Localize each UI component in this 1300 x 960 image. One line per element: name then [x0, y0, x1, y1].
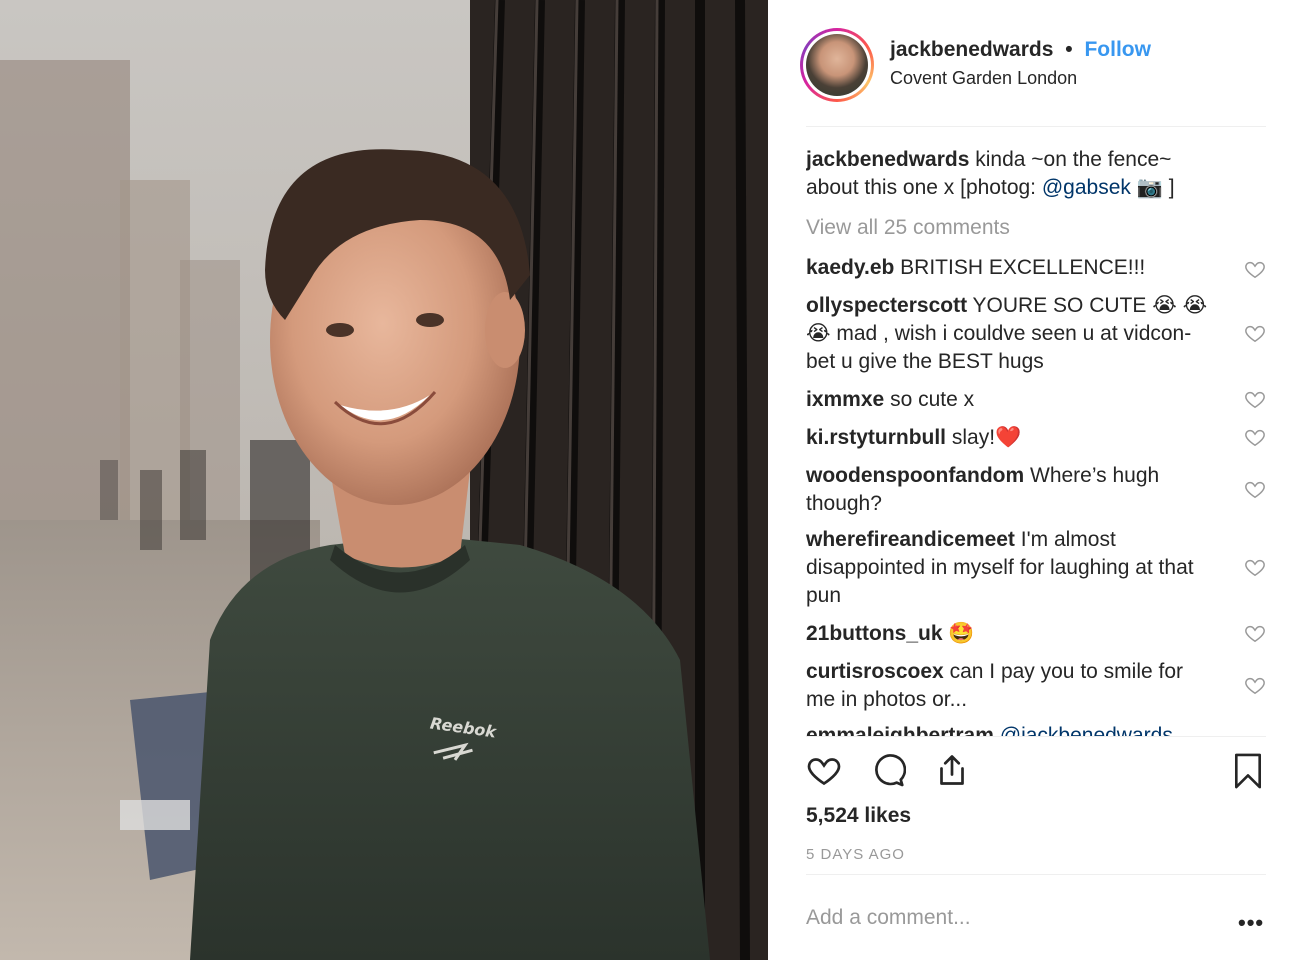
comment-username[interactable]: woodenspoonfandom: [806, 464, 1024, 487]
comment-item: woodenspoonfandom Where’s hugh though?: [806, 462, 1214, 518]
post-timestamp[interactable]: 5 DAYS AGO: [806, 846, 905, 863]
comment-text: 🤩: [948, 622, 975, 645]
post-actions: [806, 752, 1266, 792]
comment-item: ixmmxe so cute x: [806, 386, 1214, 414]
follow-button[interactable]: Follow: [1084, 38, 1151, 61]
caption: jackbenedwards kinda ~on the fence~ abou…: [806, 146, 1226, 202]
comment-item: curtisroscoex can I pay you to smile for…: [806, 658, 1214, 714]
likes-count[interactable]: 5,524 likes: [806, 804, 911, 828]
caption-end: 📷 ]: [1130, 176, 1175, 199]
add-comment-input[interactable]: Add a comment...: [806, 906, 971, 930]
comment-text: BRITISH EXCELLENCE!!!: [900, 256, 1146, 279]
comment-item: ollyspecterscott YOURE SO CUTE 😭 😭 😭 mad…: [806, 292, 1214, 376]
comments-list[interactable]: jackbenedwards kinda ~on the fence~ abou…: [806, 146, 1266, 736]
comment-item: emmaleighbertram @jackbenedwards: [806, 722, 1214, 736]
comment-like-heart-icon[interactable]: [1244, 478, 1266, 500]
comment-item: ki.rstyturnbull slay!❤️: [806, 424, 1214, 452]
header-separator: •: [1065, 38, 1073, 61]
comment-username[interactable]: emmaleighbertram: [806, 724, 994, 736]
share-icon[interactable]: [934, 752, 970, 788]
caption-username[interactable]: jackbenedwards: [806, 148, 969, 171]
comment-username[interactable]: 21buttons_uk: [806, 622, 943, 645]
post-header: jackbenedwards • Follow Covent Garden Lo…: [800, 26, 1266, 128]
comment-text: so cute x: [890, 388, 975, 411]
comment-like-heart-icon[interactable]: [1244, 622, 1266, 644]
header-divider: [806, 126, 1266, 127]
comment-username[interactable]: ki.rstyturnbull: [806, 426, 946, 449]
comments-divider: [806, 736, 1266, 737]
comment-username[interactable]: ixmmxe: [806, 388, 884, 411]
bookmark-icon[interactable]: [1230, 752, 1266, 790]
header-username[interactable]: jackbenedwards: [890, 38, 1053, 61]
comment-item: 21buttons_uk 🤩: [806, 620, 1214, 648]
like-heart-icon[interactable]: [806, 752, 842, 788]
footer-divider: [806, 874, 1266, 875]
comment-like-heart-icon[interactable]: [1244, 556, 1266, 578]
comment-item: kaedy.eb BRITISH EXCELLENCE!!!: [806, 254, 1214, 282]
comment-username[interactable]: ollyspecterscott: [806, 294, 967, 317]
comment-icon[interactable]: [870, 752, 906, 788]
post-sidebar: jackbenedwards • Follow Covent Garden Lo…: [768, 0, 1300, 960]
comment-like-heart-icon[interactable]: [1244, 388, 1266, 410]
caption-mention[interactable]: @gabsek: [1042, 176, 1131, 199]
more-options-icon[interactable]: •••: [1238, 910, 1264, 936]
comment-item: wherefireandicemeet I'm almost disappoin…: [806, 526, 1214, 610]
comment-text: @jackbenedwards: [999, 724, 1173, 736]
view-all-comments-link[interactable]: View all 25 comments: [806, 214, 1010, 242]
avatar[interactable]: [806, 34, 868, 96]
comment-username[interactable]: wherefireandicemeet: [806, 528, 1015, 551]
comment-like-heart-icon[interactable]: [1244, 322, 1266, 344]
photo-illustration: [0, 0, 768, 960]
location-link[interactable]: Covent Garden London: [890, 68, 1077, 89]
avatar-story-ring[interactable]: [800, 28, 874, 102]
comment-like-heart-icon[interactable]: [1244, 258, 1266, 280]
comment-like-heart-icon[interactable]: [1244, 426, 1266, 448]
comment-text: slay!❤️: [951, 426, 1022, 449]
comment-username[interactable]: curtisroscoex: [806, 660, 944, 683]
comment-like-heart-icon[interactable]: [1244, 674, 1266, 696]
post-photo[interactable]: Reebok: [0, 0, 768, 960]
comment-username[interactable]: kaedy.eb: [806, 256, 894, 279]
